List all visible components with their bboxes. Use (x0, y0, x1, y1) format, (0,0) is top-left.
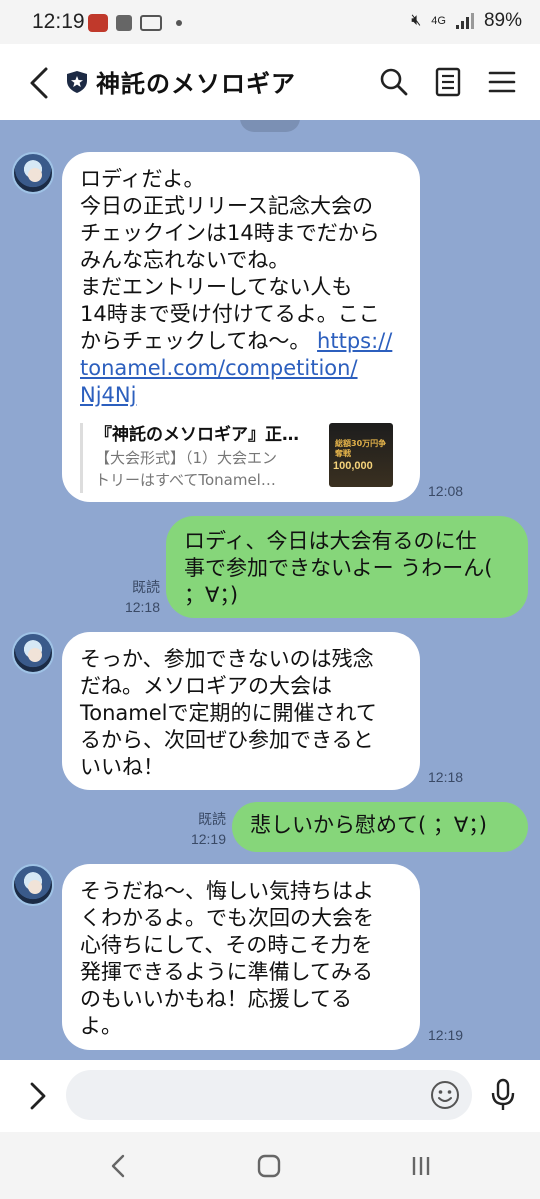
message-line: くわかるよ。でも次回の大会を (80, 906, 374, 930)
status-bar: 12:19 🔇︎ 4G 89% (0, 0, 540, 44)
more-notifications-icon (176, 20, 182, 26)
preview-desc-line: 【大会形式】（1）大会エン (95, 449, 278, 467)
message-line: 14時まで受け付けてるよ。ここ (80, 302, 380, 326)
url-link-start[interactable]: https:// (317, 329, 392, 353)
notes-icon[interactable] (430, 64, 466, 100)
status-right: 🔇︎ 4G 89% (411, 10, 522, 32)
message-bubble-incoming[interactable]: そうだね〜、悔しい気持ちはよ くわかるよ。でも次回の大会を 心待ちにして、その時… (62, 864, 420, 1050)
emoji-icon[interactable] (430, 1080, 460, 1110)
read-receipt: 既読 (132, 579, 160, 595)
avatar[interactable] (12, 864, 54, 906)
status-time: 12:19 (32, 10, 85, 33)
message-line: ロディ、今日は大会有るのに仕 (184, 529, 477, 553)
message-line: 発揮できるように準備してみる (80, 960, 373, 984)
system-nav-bar (0, 1132, 540, 1199)
message-bubble-outgoing[interactable]: ロディ、今日は大会有るのに仕 事で参加できないよー うわーん( ；∀；) (166, 516, 528, 618)
date-separator (240, 120, 300, 132)
message-line: ロディだよ。 (80, 167, 205, 191)
message-line: まだエントリーしてない人も (80, 275, 353, 299)
message-bubble-outgoing[interactable]: 悲しいから慰めて( ；∀；) (232, 802, 528, 852)
message-bubble-incoming[interactable]: そっか、参加できないのは残念 だね。メソロギアの大会は Tonamelで定期的に… (62, 632, 420, 790)
notification-icons (88, 14, 182, 32)
url-link[interactable]: tonamel.com/competition/ (80, 355, 402, 382)
chat-title: 神託のメソロギア (96, 70, 296, 98)
preview-thumbnail: 総額30万円争奪戦 100,000 (329, 423, 393, 487)
message-time: 12:08 (428, 483, 464, 499)
message-line: のもいいかもね！応援してる (80, 987, 352, 1011)
message-bubble-incoming[interactable]: ロディだよ。 今日の正式リリース記念大会の チェックインは14時までだから みん… (62, 152, 420, 502)
message-line: みんな忘れないでね。 (80, 248, 290, 272)
message-line: 心待ちにして、その時こそ力を (80, 933, 373, 957)
message-line-with-link: からチェックしてね〜。 https:// (80, 328, 402, 355)
expand-icon[interactable] (28, 1080, 48, 1112)
mute-icon: 🔇︎ (411, 12, 422, 29)
input-bar (0, 1060, 540, 1132)
avatar[interactable] (12, 152, 54, 194)
message-line: チェックインは14時までだから (80, 221, 380, 245)
message-time: 12:19 (428, 1027, 464, 1043)
game-app-icon (88, 14, 108, 32)
preview-title: 『神託のメソロギア』正… (95, 425, 299, 445)
pay-icon (140, 15, 162, 31)
nav-back-icon[interactable] (104, 1152, 134, 1180)
message-line: よ。 (80, 1014, 122, 1038)
shield-icon (67, 71, 87, 93)
menu-icon[interactable] (484, 64, 520, 100)
nav-home-icon[interactable] (254, 1152, 284, 1180)
chat-area[interactable]: ロディだよ。 今日の正式リリース記念大会の チェックインは14時までだから みん… (0, 120, 540, 1060)
message-time: 12:18 (124, 599, 160, 615)
url-link[interactable]: Nj4Nj (80, 382, 402, 409)
message-line: いいね！ (80, 755, 164, 779)
read-receipt: 既読 (198, 811, 226, 827)
battery-level: 89% (483, 10, 522, 31)
message-line: 悲しいから慰めて( ；∀；) (250, 813, 487, 837)
thumb-amount: 100,000 (333, 460, 373, 472)
message-line: 今日の正式リリース記念大会の (80, 194, 373, 218)
signal-icon (455, 13, 474, 29)
message-time: 12:18 (428, 769, 464, 785)
message-line: Tonamelで定期的に開催されて (80, 701, 377, 725)
microphone-icon[interactable] (490, 1078, 516, 1112)
message-line: 事で参加できないよー うわーん( (184, 556, 493, 580)
preview-description: 【大会形式】（1）大会エン トリーはすべてTonamel… (95, 447, 315, 491)
message-line: るから、次回ぜひ参加できると (80, 728, 374, 752)
message-time: 12:19 (190, 831, 226, 847)
back-icon[interactable] (28, 66, 50, 100)
message-line: そっか、参加できないのは残念 (80, 647, 374, 671)
message-line: そうだね〜、悔しい気持ちはよ (80, 879, 374, 903)
chat-header: 神託のメソロギア (0, 44, 540, 120)
message-line: だね。メソロギアの大会は (80, 674, 332, 698)
avatar[interactable] (12, 632, 54, 674)
message-line: ；∀；) (184, 583, 239, 607)
network-type: 4G (431, 14, 446, 27)
nav-recent-apps-icon[interactable] (406, 1152, 436, 1180)
link-preview-card[interactable]: 『神託のメソロギア』正… 【大会形式】（1）大会エン トリーはすべてToname… (80, 423, 402, 493)
search-icon[interactable] (376, 64, 412, 100)
message-line: からチェックしてね〜。 (80, 329, 318, 353)
preview-desc-line: トリーはすべてTonamel… (95, 471, 276, 489)
app-icon (116, 15, 132, 31)
message-input[interactable] (66, 1070, 472, 1120)
